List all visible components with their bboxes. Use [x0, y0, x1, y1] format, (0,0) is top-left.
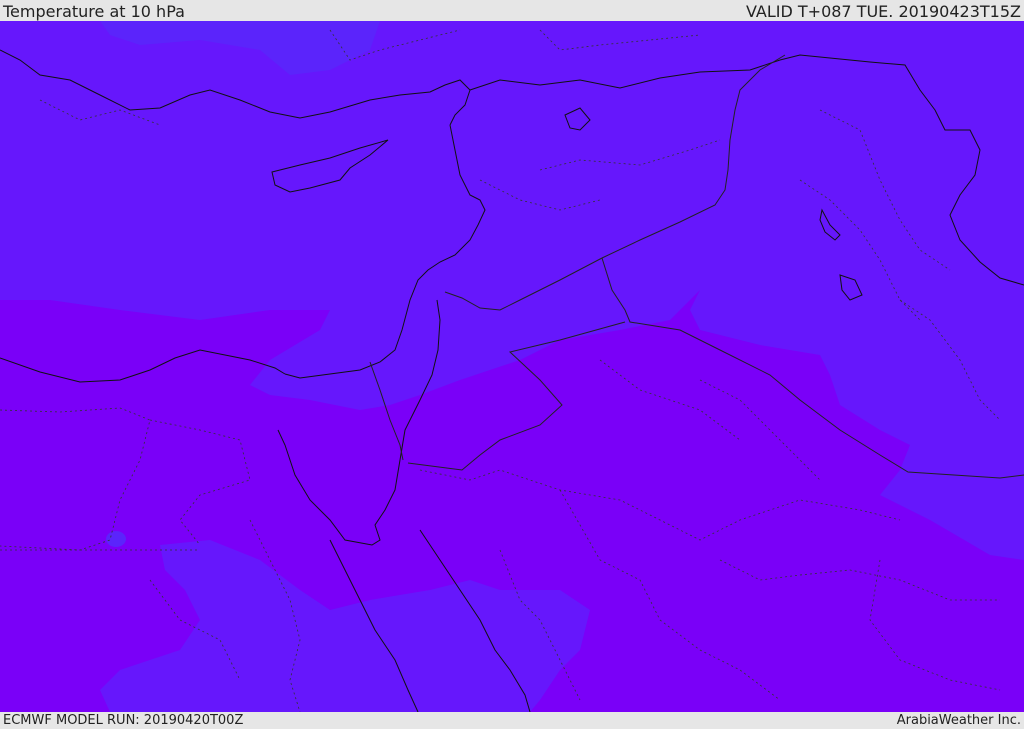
brand-credit: ArabiaWeather Inc.	[896, 713, 1021, 728]
temperature-field-cool-blob	[106, 531, 126, 547]
model-run: ECMWF MODEL RUN: 20190420T00Z	[3, 713, 244, 728]
map-title: Temperature at 10 hPa	[3, 2, 185, 21]
title-bar: Temperature at 10 hPa VALID T+087 TUE. 2…	[0, 0, 1024, 21]
footer-bar: ECMWF MODEL RUN: 20190420T00Z ArabiaWeat…	[0, 712, 1024, 729]
valid-time: VALID T+087 TUE. 20190423T15Z	[745, 2, 1021, 21]
map-canvas[interactable]	[0, 21, 1024, 712]
